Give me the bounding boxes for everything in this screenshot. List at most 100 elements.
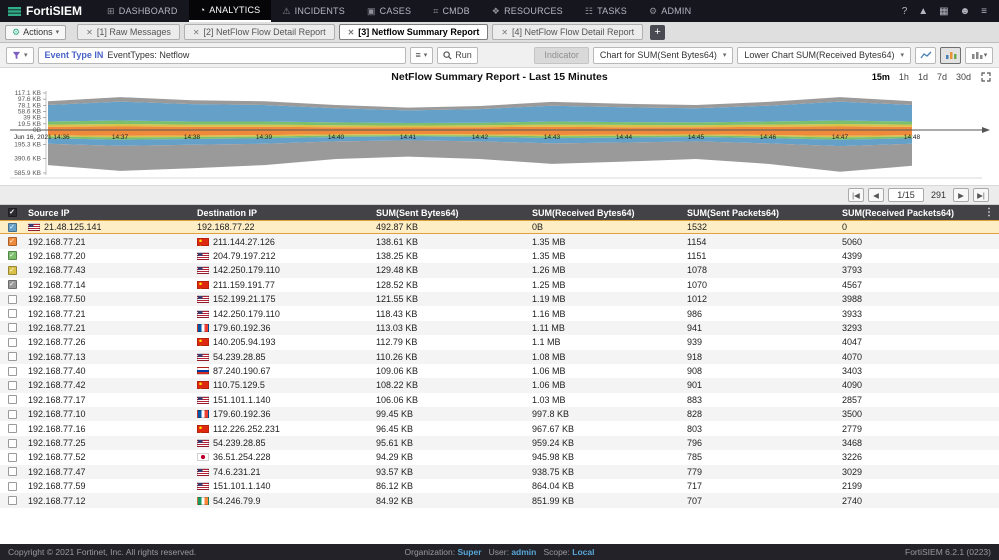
- row-checkbox[interactable]: ✓: [8, 223, 17, 232]
- row-checkbox[interactable]: [8, 482, 17, 491]
- tab[interactable]: ✕[3] Netflow Summary Report: [339, 24, 489, 40]
- table-row[interactable]: 192.168.77.2554.239.28.8595.61 KB959.24 …: [0, 436, 999, 450]
- nav-item-resources[interactable]: ❖RESOURCES: [481, 0, 574, 22]
- table-row[interactable]: 192.168.77.17151.101.1.140106.06 KB1.03 …: [0, 393, 999, 407]
- chart-type-menu-button[interactable]: ▾: [965, 47, 993, 64]
- menu-icon[interactable]: ≡: [981, 6, 987, 17]
- column-header[interactable]: Source IP: [24, 208, 193, 218]
- notifications-icon[interactable]: ▲: [918, 6, 928, 17]
- table-row[interactable]: 192.168.77.59151.101.1.14086.12 KB864.04…: [0, 479, 999, 493]
- table-row[interactable]: 192.168.77.1354.239.28.85110.26 KB1.08 M…: [0, 350, 999, 364]
- time-range-15m[interactable]: 15m: [872, 72, 890, 82]
- table-row[interactable]: 192.168.77.42110.75.129.5108.22 KB1.06 M…: [0, 378, 999, 392]
- select-all-checkbox[interactable]: ✓: [8, 208, 17, 217]
- netflow-chart-svg[interactable]: 0B19.5 KB39 KB58.6 KB78.1 KB97.6 KB117.1…: [0, 86, 999, 182]
- close-tab-icon[interactable]: ✕: [348, 28, 355, 37]
- column-header[interactable]: SUM(Sent Bytes64): [372, 208, 528, 218]
- column-header[interactable]: SUM(Sent Packets64): [683, 208, 838, 218]
- table-row[interactable]: 192.168.77.1254.246.79.984.92 KB851.99 K…: [0, 493, 999, 507]
- indicator-button[interactable]: Indicator: [534, 47, 589, 64]
- last-page-button[interactable]: ▶|: [973, 188, 989, 202]
- page-input[interactable]: 1/15: [888, 188, 924, 202]
- new-tab-button[interactable]: +: [650, 25, 665, 40]
- row-checkbox[interactable]: ✓: [8, 251, 17, 260]
- svg-text:14:45: 14:45: [688, 134, 705, 141]
- area-chart-type-button[interactable]: [940, 47, 961, 64]
- table-row[interactable]: 192.168.77.50152.199.21.175121.55 KB1.19…: [0, 292, 999, 306]
- close-tab-icon[interactable]: ✕: [501, 28, 508, 37]
- row-checkbox[interactable]: [8, 381, 17, 390]
- row-checkbox[interactable]: ✓: [8, 280, 17, 289]
- time-range-30d[interactable]: 30d: [956, 72, 971, 82]
- row-checkbox[interactable]: [8, 323, 17, 332]
- row-checkbox[interactable]: [8, 467, 17, 476]
- table-row[interactable]: ✓192.168.77.43142.250.179.110129.48 KB1.…: [0, 263, 999, 277]
- row-checkbox[interactable]: [8, 367, 17, 376]
- nav-item-incidents[interactable]: ⚠INCIDENTS: [271, 0, 356, 22]
- organization-value[interactable]: Super: [457, 547, 481, 557]
- nav-item-analytics[interactable]: ◔ANALYTICS: [189, 0, 272, 22]
- close-tab-icon[interactable]: ✕: [86, 28, 93, 37]
- run-button[interactable]: Run: [437, 47, 478, 64]
- nav-item-tasks[interactable]: ☷TASKS: [574, 0, 638, 22]
- time-range-1h[interactable]: 1h: [899, 72, 909, 82]
- first-page-button[interactable]: |◀: [848, 188, 864, 202]
- nav-item-cmdb[interactable]: ⌗CMDB: [422, 0, 481, 22]
- row-checkbox[interactable]: [8, 453, 17, 462]
- nav-item-cases[interactable]: ▣CASES: [356, 0, 422, 22]
- user-value[interactable]: admin: [511, 547, 536, 557]
- tab[interactable]: ✕[2] NetFlow Flow Detail Report: [184, 24, 335, 40]
- row-checkbox[interactable]: [8, 410, 17, 419]
- row-checkbox[interactable]: [8, 309, 17, 318]
- tab[interactable]: ✕[1] Raw Messages: [77, 24, 180, 40]
- table-row[interactable]: 192.168.77.26140.205.94.193112.79 KB1.1 …: [0, 335, 999, 349]
- row-checkbox[interactable]: [8, 424, 17, 433]
- filter-dropdown-button[interactable]: ▾: [6, 47, 34, 64]
- row-checkbox[interactable]: [8, 352, 17, 361]
- table-row[interactable]: ✓192.168.77.21211.144.27.126138.61 KB1.3…: [0, 234, 999, 248]
- row-checkbox[interactable]: [8, 338, 17, 347]
- actions-button[interactable]: ⚙ Actions ▾: [5, 25, 66, 40]
- table-row[interactable]: 192.168.77.16112.226.252.23196.45 KB967.…: [0, 421, 999, 435]
- query-options-button[interactable]: ≡ ▾: [410, 47, 434, 64]
- country-flag-icon: [197, 410, 209, 418]
- row-checkbox[interactable]: ✓: [8, 237, 17, 246]
- column-header[interactable]: SUM(Received Packets64): [838, 208, 999, 218]
- scope-value[interactable]: Local: [572, 547, 594, 557]
- table-row[interactable]: 192.168.77.5236.51.254.22894.29 KB945.98…: [0, 450, 999, 464]
- table-row[interactable]: ✓21.48.125.141192.168.77.22492.87 KB0B15…: [0, 220, 999, 234]
- table-row[interactable]: 192.168.77.21179.60.192.36113.03 KB1.11 …: [0, 321, 999, 335]
- brand-logo[interactable]: FortiSIEM: [0, 4, 96, 18]
- nav-item-dashboard[interactable]: ⊞DASHBOARD: [96, 0, 189, 22]
- time-range-7d[interactable]: 7d: [937, 72, 947, 82]
- time-range-1d[interactable]: 1d: [918, 72, 928, 82]
- row-checkbox[interactable]: [8, 295, 17, 304]
- user-icon[interactable]: ☻: [960, 6, 971, 17]
- upper-chart-select[interactable]: Chart for SUM(Sent Bytes64) ▾: [593, 47, 734, 64]
- row-checkbox[interactable]: ✓: [8, 266, 17, 275]
- nav-item-admin[interactable]: ⚙ADMIN: [638, 0, 702, 22]
- tab[interactable]: ✕[4] NetFlow Flow Detail Report: [492, 24, 643, 40]
- column-options-icon[interactable]: ⋮: [984, 207, 994, 218]
- table-row[interactable]: 192.168.77.21142.250.179.110118.43 KB1.1…: [0, 306, 999, 320]
- row-checkbox[interactable]: [8, 395, 17, 404]
- prev-page-button[interactable]: ◀: [868, 188, 884, 202]
- next-page-button[interactable]: ▶: [953, 188, 969, 202]
- country-flag-icon: [197, 497, 209, 505]
- column-header[interactable]: SUM(Received Bytes64): [528, 208, 683, 218]
- close-tab-icon[interactable]: ✕: [193, 28, 200, 37]
- query-input[interactable]: Event Type IN EventTypes: Netflow: [38, 47, 406, 64]
- table-row[interactable]: 192.168.77.10179.60.192.3699.45 KB997.8 …: [0, 407, 999, 421]
- line-chart-type-button[interactable]: [915, 47, 936, 64]
- row-checkbox[interactable]: [8, 496, 17, 505]
- column-header[interactable]: Destination IP: [193, 208, 372, 218]
- lower-chart-select[interactable]: Lower Chart SUM(Received Bytes64) ▾: [737, 47, 911, 64]
- apps-grid-icon[interactable]: ▦: [939, 6, 948, 17]
- expand-chart-button[interactable]: [981, 72, 999, 82]
- table-row[interactable]: ✓192.168.77.14211.159.191.77128.52 KB1.2…: [0, 278, 999, 292]
- help-icon[interactable]: ?: [902, 6, 908, 17]
- table-row[interactable]: 192.168.77.4774.6.231.2193.57 KB938.75 K…: [0, 465, 999, 479]
- row-checkbox[interactable]: [8, 439, 17, 448]
- table-row[interactable]: 192.168.77.4087.240.190.67109.06 KB1.06 …: [0, 364, 999, 378]
- table-row[interactable]: ✓192.168.77.20204.79.197.212138.25 KB1.3…: [0, 249, 999, 263]
